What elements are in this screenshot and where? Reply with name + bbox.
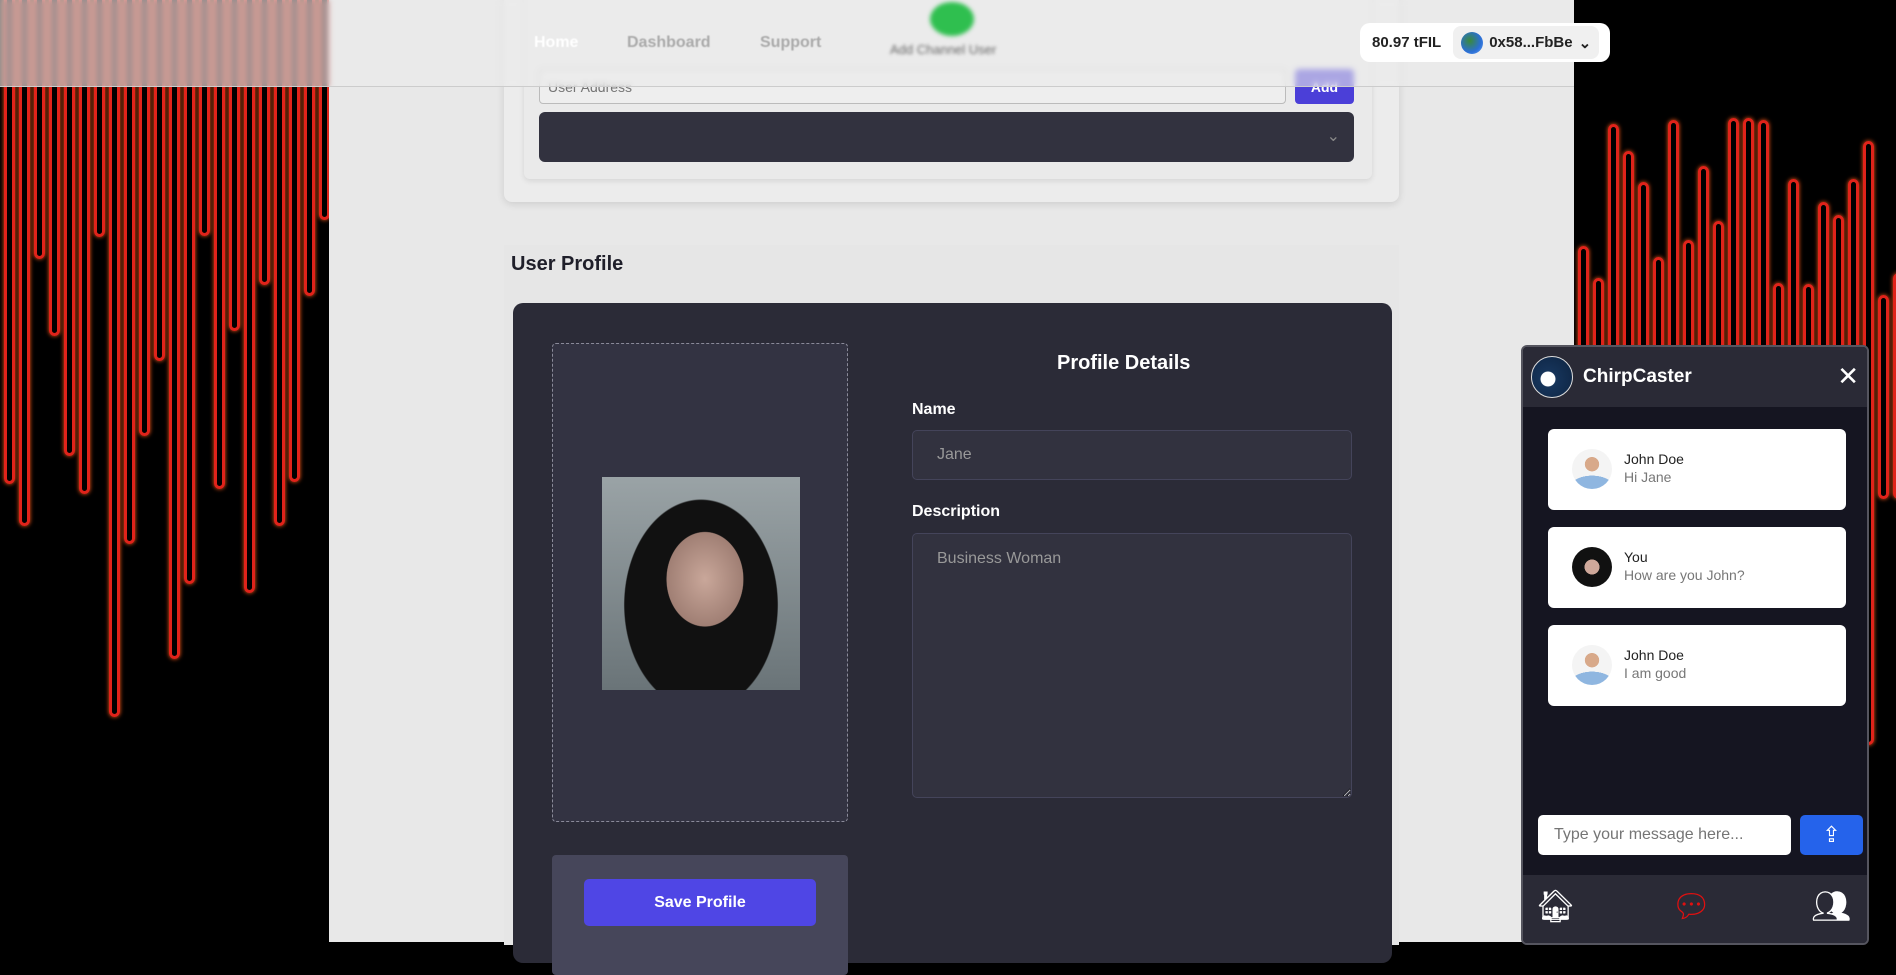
logo-icon[interactable] xyxy=(930,2,974,36)
decorative-bar xyxy=(1878,294,1889,500)
save-profile-button[interactable]: Save Profile xyxy=(584,879,816,926)
avatar xyxy=(1572,645,1612,685)
upload-icon: ⇪ xyxy=(1822,822,1841,847)
nav-support[interactable]: Support xyxy=(760,34,821,52)
chevron-down-icon: ⌄ xyxy=(1326,128,1340,145)
channel-select[interactable]: ⌄ xyxy=(539,112,1354,162)
chat-header: ChirpCaster ✕ xyxy=(1523,347,1867,407)
globe-icon xyxy=(1461,31,1484,54)
name-input[interactable] xyxy=(912,430,1352,480)
profile-photo xyxy=(602,477,800,690)
users-icon[interactable]: 👥︎ xyxy=(1811,887,1852,925)
wallet-button[interactable]: 80.97 tFIL 0x58...FbBe ⌄ xyxy=(1360,23,1610,62)
chat-title: ChirpCaster xyxy=(1583,366,1692,387)
chat-widget: ChirpCaster ✕ John Doe Hi Jane You How a… xyxy=(1521,345,1869,945)
chat-footer: 🏠︎ 💬︎ 👥︎ xyxy=(1523,875,1867,943)
message-input[interactable] xyxy=(1538,815,1791,855)
decorative-bar xyxy=(184,0,195,585)
avatar xyxy=(1572,449,1612,489)
chat-bubbles-icon[interactable]: 💬︎ xyxy=(1671,887,1712,925)
message-item: John Doe I am good xyxy=(1548,625,1846,706)
chevron-down-icon: ⌄ xyxy=(1578,34,1592,52)
decorative-bar xyxy=(169,0,180,659)
section-title: User Profile xyxy=(511,253,624,275)
message-item: You How are you John? xyxy=(1548,527,1846,608)
avatar xyxy=(1572,547,1612,587)
decorative-bar xyxy=(109,0,120,718)
send-button[interactable]: ⇪ xyxy=(1800,815,1863,855)
message-sender: John Doe xyxy=(1624,451,1684,467)
message-sender: John Doe xyxy=(1624,647,1684,663)
close-icon[interactable]: ✕ xyxy=(1837,361,1859,392)
home-icon[interactable]: 🏠︎ xyxy=(1535,887,1576,925)
balance: 80.97 tFIL xyxy=(1372,34,1442,51)
nav-home[interactable]: Home xyxy=(534,34,578,52)
message-text: I am good xyxy=(1624,665,1687,681)
nav-dashboard[interactable]: Dashboard xyxy=(627,34,711,52)
profile-details-title: Profile Details xyxy=(1057,352,1191,374)
account-address: 0x58...FbBe xyxy=(1489,34,1573,51)
decorative-bar xyxy=(1758,120,1769,374)
logo-label: Add Channel User xyxy=(890,42,997,57)
description-textarea[interactable]: Business Woman xyxy=(912,533,1352,798)
name-label: Name xyxy=(912,401,956,418)
message-text: How are you John? xyxy=(1624,567,1745,583)
decorative-bar xyxy=(244,0,255,594)
account-selector[interactable]: 0x58...FbBe ⌄ xyxy=(1453,26,1600,59)
message-item: John Doe Hi Jane xyxy=(1548,429,1846,510)
top-navbar: Home Dashboard Support Add Channel User xyxy=(0,0,1574,87)
description-label: Description xyxy=(912,503,1001,520)
profile-image-dropzone[interactable] xyxy=(552,343,848,822)
save-area: Save Profile xyxy=(552,855,848,975)
background-left xyxy=(0,0,329,942)
chirpcaster-logo-icon xyxy=(1531,356,1573,398)
message-sender: You xyxy=(1624,549,1648,565)
message-text: Hi Jane xyxy=(1624,469,1672,485)
